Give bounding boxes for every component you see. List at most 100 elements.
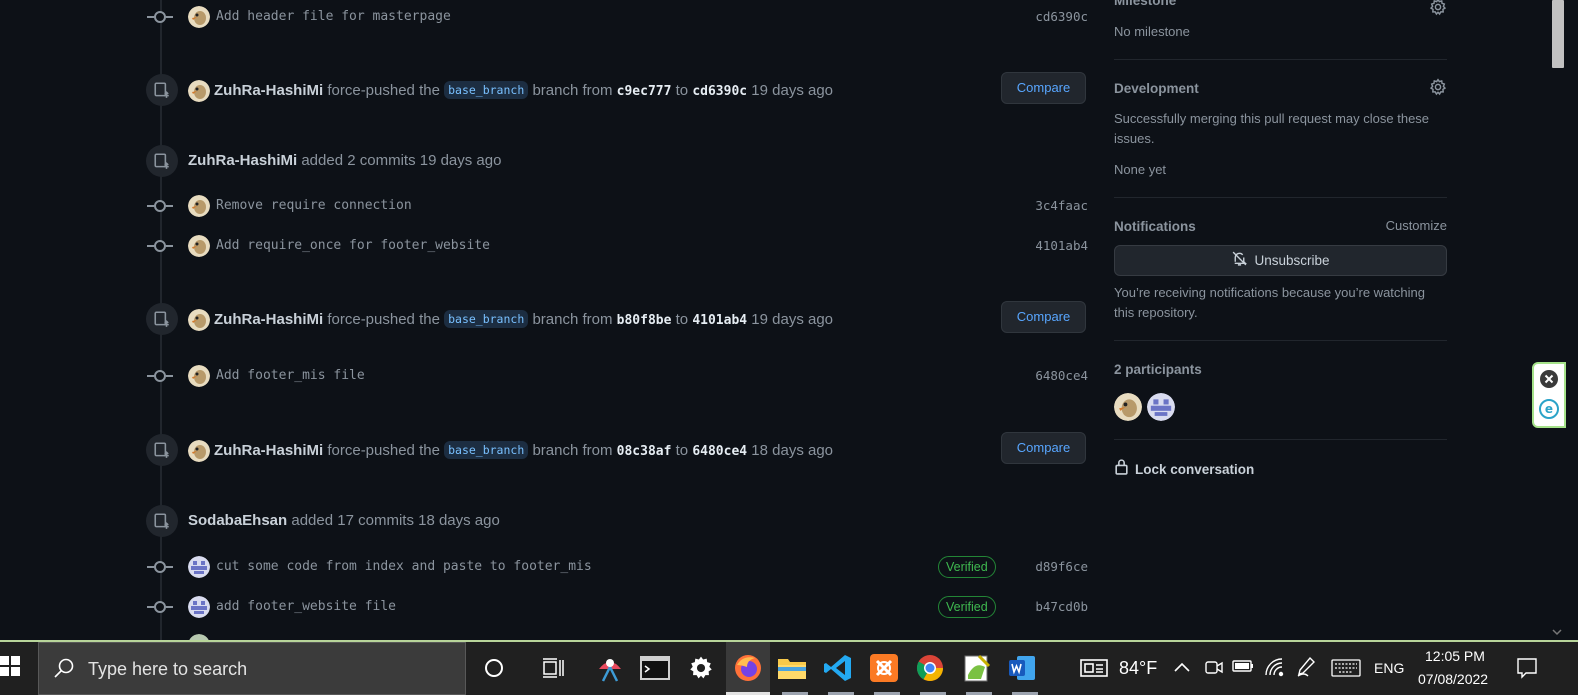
milestone-heading[interactable]: Milestone <box>1114 0 1176 8</box>
verified-badge[interactable]: Verified <box>938 596 996 618</box>
clock-time[interactable]: 12:05 PM <box>1425 648 1485 664</box>
event-text: ZuhRa-HashiMi added 2 commits 19 days ag… <box>188 152 502 169</box>
to-sha-link[interactable]: cd6390c <box>692 84 747 99</box>
lock-label: Lock conversation <box>1135 461 1255 477</box>
force-push-event: ZuhRa-HashiMi force-pushed the base_bran… <box>146 301 1090 337</box>
avatar[interactable] <box>188 596 210 618</box>
notifications-icon[interactable] <box>1516 657 1538 682</box>
compare-button[interactable]: Compare <box>1001 432 1086 464</box>
participant-avatar[interactable] <box>1114 393 1142 421</box>
compare-button[interactable]: Compare <box>1001 301 1086 333</box>
user-link[interactable]: SodabaEhsan <box>188 512 287 529</box>
commit-sha[interactable]: 4101ab4 <box>1035 238 1088 253</box>
notifications-text: You’re receiving notifications because y… <box>1114 285 1425 320</box>
notepad-plus-icon[interactable] <box>958 650 994 686</box>
commit-sha[interactable]: cd6390c <box>1035 9 1088 24</box>
from-sha-link[interactable]: c9ec777 <box>617 84 672 99</box>
commit-message[interactable]: Add footer_mis file <box>216 368 365 383</box>
scrollbar-thumb[interactable] <box>1552 0 1564 68</box>
avatar[interactable] <box>188 80 210 102</box>
chevron-up-icon[interactable] <box>1173 660 1191 676</box>
commit-sha[interactable]: 3c4faac <box>1035 198 1088 213</box>
avatar[interactable] <box>188 556 210 578</box>
avatar[interactable] <box>188 440 210 462</box>
avatar[interactable] <box>188 6 210 28</box>
avatar[interactable] <box>188 235 210 257</box>
branch-name[interactable]: base_branch <box>444 441 529 459</box>
avatar[interactable] <box>188 309 210 331</box>
close-icon[interactable] <box>1539 369 1559 394</box>
participants-heading: 2 participants <box>1114 362 1202 377</box>
commit-message[interactable]: cut some code from index and paste to fo… <box>216 559 592 574</box>
timestamp[interactable]: 19 days ago <box>751 82 833 99</box>
extension-icon[interactable]: e <box>1539 399 1559 424</box>
user-link[interactable]: ZuhRa-HashiMi <box>214 82 323 99</box>
timestamp[interactable]: 19 days ago <box>751 311 833 328</box>
customize-link[interactable]: Customize <box>1386 218 1447 233</box>
weather-temp[interactable]: 84°F <box>1119 658 1157 679</box>
commit-icon <box>147 200 173 212</box>
commit-icon <box>147 561 173 573</box>
camera-icon[interactable] <box>1204 657 1224 680</box>
avatar[interactable] <box>188 365 210 387</box>
timestamp[interactable]: 18 days ago <box>751 442 833 459</box>
cortana-icon[interactable] <box>476 650 512 686</box>
commit-message[interactable]: Add header file for masterpage <box>216 9 451 24</box>
commit-message[interactable]: add footer_website file <box>216 599 396 614</box>
firefox-icon[interactable] <box>730 650 766 686</box>
from-sha-link[interactable]: b80f8be <box>617 313 672 328</box>
news-weather-icon[interactable] <box>1080 657 1110 682</box>
vscode-icon[interactable] <box>820 650 856 686</box>
push-icon <box>146 303 178 335</box>
to-sha-link[interactable]: 6480ce4 <box>692 444 747 459</box>
avatar[interactable] <box>188 195 210 217</box>
commit-row: Remove require connection 3c4faac <box>147 193 1092 219</box>
windows-start-icon[interactable] <box>0 656 20 681</box>
divider <box>1114 197 1447 198</box>
commit-sha[interactable]: 6480ce4 <box>1035 368 1088 383</box>
gear-icon[interactable] <box>1429 0 1447 21</box>
divider <box>1114 340 1447 341</box>
push-icon <box>146 434 178 466</box>
file-explorer-icon[interactable] <box>774 650 810 686</box>
search-placeholder: Type here to search <box>88 659 248 679</box>
clock-date[interactable]: 07/08/2022 <box>1418 671 1488 687</box>
pen-icon[interactable] <box>1296 656 1316 681</box>
user-link[interactable]: ZuhRa-HashiMi <box>188 152 297 169</box>
commit-sha[interactable]: d89f6ce <box>1035 559 1088 574</box>
keyboard-icon[interactable] <box>1331 659 1361 680</box>
scrollbar[interactable] <box>1548 0 1568 640</box>
to-sha-link[interactable]: 4101ab4 <box>692 313 747 328</box>
unsubscribe-button[interactable]: Unsubscribe <box>1114 245 1447 276</box>
terminal-icon[interactable] <box>637 650 673 686</box>
force-push-event: ZuhRa-HashiMi force-pushed the base_bran… <box>146 72 1090 108</box>
commit-sha[interactable]: b47cd0b <box>1035 599 1088 614</box>
lock-conversation-link[interactable]: Lock conversation <box>1114 459 1447 479</box>
wifi-icon[interactable] <box>1264 657 1284 680</box>
branch-name[interactable]: base_branch <box>444 81 529 99</box>
verified-badge[interactable]: Verified <box>938 556 996 578</box>
language-indicator[interactable]: ENG <box>1374 660 1404 676</box>
commit-message[interactable]: Remove require connection <box>216 198 412 213</box>
participant-avatar[interactable] <box>1147 393 1175 421</box>
xampp-icon[interactable] <box>866 650 902 686</box>
task-view-icon[interactable] <box>535 650 571 686</box>
development-heading[interactable]: Development <box>1114 81 1199 96</box>
user-link[interactable]: ZuhRa-HashiMi <box>214 311 323 328</box>
taskbar-search[interactable]: Type here to search <box>38 642 466 695</box>
gear-icon[interactable] <box>1429 78 1447 101</box>
word-icon[interactable] <box>1004 650 1040 686</box>
commit-message[interactable]: Add require_once for footer_website <box>216 238 490 253</box>
extension-widget[interactable]: e <box>1532 362 1566 428</box>
commit-icon <box>147 601 173 613</box>
from-sha-link[interactable]: 08c38af <box>617 444 672 459</box>
snipping-tool-icon[interactable] <box>592 650 628 686</box>
user-link[interactable]: ZuhRa-HashiMi <box>214 442 323 459</box>
branch-name[interactable]: base_branch <box>444 310 529 328</box>
divider <box>1114 59 1447 60</box>
compare-button[interactable]: Compare <box>1001 72 1086 104</box>
settings-icon[interactable] <box>683 650 719 686</box>
chrome-icon[interactable] <box>912 650 948 686</box>
battery-icon[interactable] <box>1232 659 1254 676</box>
added-commits-event: SodabaEhsan added 17 commits 18 days ago <box>146 505 1090 539</box>
